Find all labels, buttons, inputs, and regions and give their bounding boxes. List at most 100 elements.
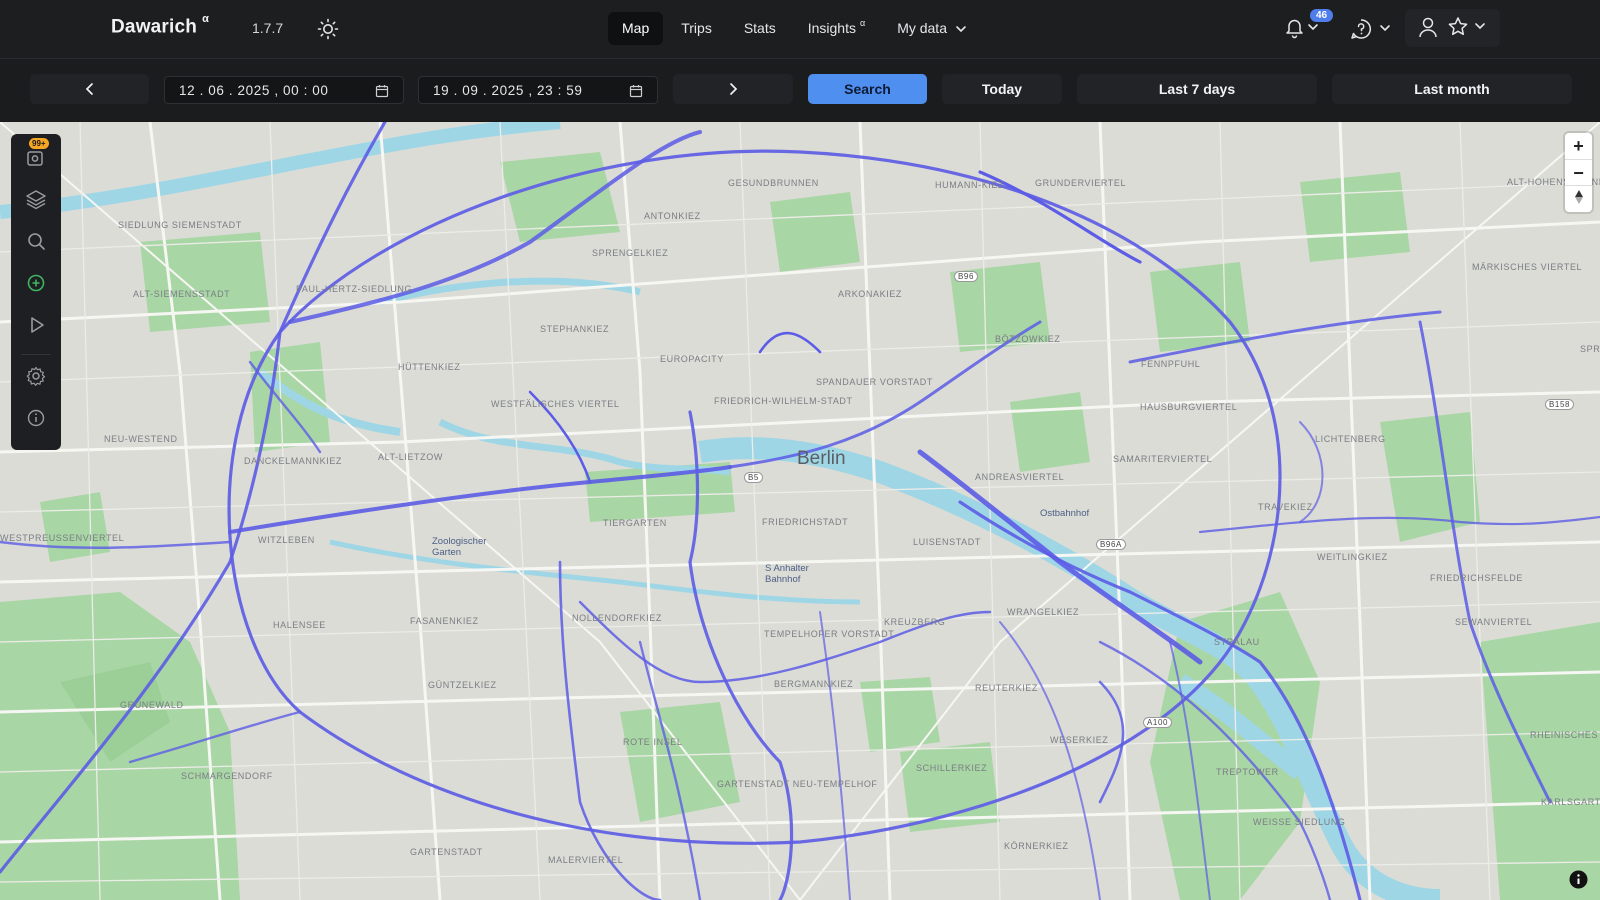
main-nav: Map Trips Stats Insights α My data [608,12,981,45]
alpha-mark: α [202,13,210,25]
theme-toggle-button[interactable] [316,17,340,41]
district-label: ARKONAKIEZ [838,289,903,299]
info-icon [1569,870,1588,889]
district-label: WITZLEBEN [258,535,315,545]
road-shield: B96a [1096,539,1126,550]
district-label: WRANGELKIEZ [1007,607,1080,617]
user-menu-button[interactable] [1405,9,1500,47]
nav-insights[interactable]: Insights α [794,12,879,45]
compass-icon [1574,190,1583,204]
help-icon [1351,19,1390,39]
map-control-panel: 99+ [11,134,61,450]
chevron-left-icon [85,83,93,95]
add-place-icon [27,274,45,292]
map-settings-button[interactable] [24,364,48,388]
user-icon [1419,17,1437,38]
road-shield: B96 [954,271,979,282]
top-navbar: Dawarich α 1.7.7 Map Trips Stats Insights… [0,0,1600,59]
district-label: STEPHANKIEZ [540,324,610,334]
nav-map-label: Map [622,20,650,36]
district-label: KARLSGARTEN [1541,797,1600,807]
last-month-button[interactable]: Last month [1332,74,1572,104]
district-label: HÜTTENKIEZ [398,362,461,372]
end-date-value: 19 . 09 . 2025 , 23 : 59 [433,83,583,98]
attribution-button[interactable] [1569,870,1588,889]
road-shield: B158 [1545,399,1575,410]
nav-stats[interactable]: Stats [730,12,790,45]
nav-trips[interactable]: Trips [667,12,726,45]
district-label: TREPTOWER [1216,767,1279,777]
district-label: WESERKIEZ [1050,735,1109,745]
zoom-in-button[interactable]: + [1565,133,1592,159]
district-label: ALT-LIETZOW [378,452,443,462]
map-info-button[interactable] [24,406,48,430]
chevron-right-icon [730,83,738,95]
district-label: REUTERKIEZ [975,683,1039,693]
insights-alpha-mark: α [859,18,866,28]
district-label: GRUNDERVIERTEL [1035,178,1127,188]
district-label: TRAVEKIEZ [1258,502,1313,512]
points-icon [27,151,43,166]
poi-zoologischer-garten: Zoologischer Garten [432,536,487,558]
zoom-out-button[interactable]: − [1565,159,1592,186]
sun-icon [317,18,339,40]
district-label: LUISENSTADT [913,537,981,547]
district-label: HALENSEE [273,620,326,630]
district-label: MÄRKISCHES VIERTEL [1472,262,1583,272]
replay-button[interactable] [24,313,48,337]
end-date-input[interactable]: 19 . 09 . 2025 , 23 : 59 [418,76,658,104]
district-label: SEWANVIERTEL [1455,617,1533,627]
poi-anhalter-bahnhof: S Anhalter Bahnhof [765,563,809,585]
district-label: WEITLINGKIEZ [1317,552,1388,562]
district-label: TEMPELHOFER VORSTADT [764,629,895,639]
district-label: GARTENSTADT NEU-TEMPELHOF [717,779,878,789]
district-label: SAMARITERVIERTEL [1113,454,1213,464]
app-name: Dawarich [111,16,198,38]
search-button[interactable]: Search [808,74,927,104]
star-icon [1448,17,1468,36]
district-label: HAUSBURGVIERTEL [1140,402,1238,412]
calendar-icon[interactable] [629,84,643,98]
district-label: SPRINGPF [1580,344,1600,354]
points-count-badge: 99+ [29,138,49,149]
start-date-input[interactable]: 12 . 06 . 2025 , 00 : 00 [164,76,404,104]
date-toolbar: 12 . 06 . 2025 , 00 : 00 19 . 09 . 2025 … [0,59,1600,121]
poi-ostbahnhof: Ostbahnhof [1040,508,1090,519]
district-label: SIEDLUNG SIEMENSTADT [118,220,242,230]
last-7-days-button[interactable]: Last 7 days [1077,74,1317,104]
nav-my-data[interactable]: My data [883,12,981,45]
help-menu-button[interactable] [1350,18,1398,40]
district-label: EUROPACITY [660,354,724,364]
app-logo[interactable]: Dawarich α [111,13,210,38]
next-period-button[interactable] [673,74,793,104]
panel-divider [21,354,51,355]
nav-stats-label: Stats [743,20,776,36]
nav-map[interactable]: Map [608,12,664,45]
district-label: GÜNTZELKIEZ [428,680,497,690]
district-label: FRIEDRICH-WILHELM-STADT [714,396,853,406]
calendar-icon[interactable] [375,84,389,98]
district-label: ALT-SIEMENSSTADT [133,289,231,299]
reset-bearing-button[interactable] [1565,185,1592,212]
district-label: NEU-WESTEND [104,434,178,444]
map-city-label: Berlin [797,448,846,469]
district-label: HUMANN-KIEZ [935,180,1005,190]
district-label: STRALAU [1214,637,1260,647]
today-button[interactable]: Today [942,74,1062,104]
previous-period-button[interactable] [30,74,149,104]
layers-button[interactable] [24,187,48,211]
road-shield: A100 [1143,717,1173,728]
district-label: SPRENGELKIEZ [592,248,669,258]
add-place-button[interactable] [24,271,48,295]
map-canvas[interactable]: Berlin SIEDLUNG SIEMENSTADT ALT-SIEMENSST… [0,122,1600,900]
district-label: BÖTZOWKIEZ [995,334,1061,344]
chevron-down-icon [956,25,966,32]
app-version: 1.7.7 [252,20,284,36]
points-button[interactable] [24,146,48,170]
district-label: GESUNDBRUNNEN [728,178,819,188]
district-label: ANDREASVIERTEL [975,472,1065,482]
district-label: DANCKELMANNKIEZ [244,456,343,466]
map-search-button[interactable] [24,229,48,253]
district-label: SPANDAUER VORSTADT [816,377,933,387]
district-label: GARTENSTADT [410,847,483,857]
